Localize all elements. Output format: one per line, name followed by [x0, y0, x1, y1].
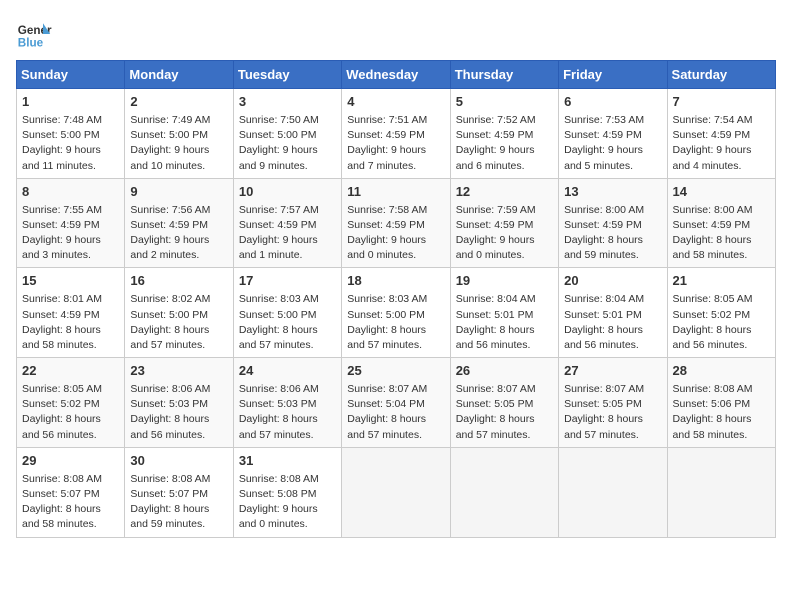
calendar-cell — [450, 447, 558, 537]
calendar-cell — [559, 447, 667, 537]
day-number: 2 — [130, 93, 227, 112]
day-number: 29 — [22, 452, 119, 471]
calendar-cell: 16Sunrise: 8:02 AMSunset: 5:00 PMDayligh… — [125, 268, 233, 358]
day-number: 22 — [22, 362, 119, 381]
calendar-cell: 20Sunrise: 8:04 AMSunset: 5:01 PMDayligh… — [559, 268, 667, 358]
day-header-friday: Friday — [559, 61, 667, 89]
calendar-cell: 9Sunrise: 7:56 AMSunset: 4:59 PMDaylight… — [125, 178, 233, 268]
calendar-cell: 4Sunrise: 7:51 AMSunset: 4:59 PMDaylight… — [342, 89, 450, 179]
page-header: General Blue — [16, 16, 776, 52]
day-number: 3 — [239, 93, 336, 112]
day-number: 13 — [564, 183, 661, 202]
day-number: 5 — [456, 93, 553, 112]
day-number: 10 — [239, 183, 336, 202]
calendar-cell: 3Sunrise: 7:50 AMSunset: 5:00 PMDaylight… — [233, 89, 341, 179]
calendar-cell: 13Sunrise: 8:00 AMSunset: 4:59 PMDayligh… — [559, 178, 667, 268]
calendar-cell: 2Sunrise: 7:49 AMSunset: 5:00 PMDaylight… — [125, 89, 233, 179]
calendar-cell: 1Sunrise: 7:48 AMSunset: 5:00 PMDaylight… — [17, 89, 125, 179]
day-header-tuesday: Tuesday — [233, 61, 341, 89]
calendar-cell: 28Sunrise: 8:08 AMSunset: 5:06 PMDayligh… — [667, 358, 775, 448]
calendar-cell: 19Sunrise: 8:04 AMSunset: 5:01 PMDayligh… — [450, 268, 558, 358]
calendar-cell: 25Sunrise: 8:07 AMSunset: 5:04 PMDayligh… — [342, 358, 450, 448]
calendar-week-1: 1Sunrise: 7:48 AMSunset: 5:00 PMDaylight… — [17, 89, 776, 179]
day-number: 4 — [347, 93, 444, 112]
day-header-sunday: Sunday — [17, 61, 125, 89]
calendar-cell: 11Sunrise: 7:58 AMSunset: 4:59 PMDayligh… — [342, 178, 450, 268]
day-number: 16 — [130, 272, 227, 291]
calendar-week-2: 8Sunrise: 7:55 AMSunset: 4:59 PMDaylight… — [17, 178, 776, 268]
calendar-cell: 8Sunrise: 7:55 AMSunset: 4:59 PMDaylight… — [17, 178, 125, 268]
day-number: 28 — [673, 362, 770, 381]
day-header-monday: Monday — [125, 61, 233, 89]
calendar-header-row: SundayMondayTuesdayWednesdayThursdayFrid… — [17, 61, 776, 89]
calendar-cell — [342, 447, 450, 537]
calendar-cell — [667, 447, 775, 537]
calendar-week-5: 29Sunrise: 8:08 AMSunset: 5:07 PMDayligh… — [17, 447, 776, 537]
calendar-cell: 26Sunrise: 8:07 AMSunset: 5:05 PMDayligh… — [450, 358, 558, 448]
calendar-cell: 18Sunrise: 8:03 AMSunset: 5:00 PMDayligh… — [342, 268, 450, 358]
calendar-cell: 24Sunrise: 8:06 AMSunset: 5:03 PMDayligh… — [233, 358, 341, 448]
calendar-cell: 27Sunrise: 8:07 AMSunset: 5:05 PMDayligh… — [559, 358, 667, 448]
calendar-cell: 12Sunrise: 7:59 AMSunset: 4:59 PMDayligh… — [450, 178, 558, 268]
calendar-cell: 29Sunrise: 8:08 AMSunset: 5:07 PMDayligh… — [17, 447, 125, 537]
calendar-week-3: 15Sunrise: 8:01 AMSunset: 4:59 PMDayligh… — [17, 268, 776, 358]
day-number: 15 — [22, 272, 119, 291]
calendar-cell: 7Sunrise: 7:54 AMSunset: 4:59 PMDaylight… — [667, 89, 775, 179]
day-number: 9 — [130, 183, 227, 202]
calendar-cell: 6Sunrise: 7:53 AMSunset: 4:59 PMDaylight… — [559, 89, 667, 179]
calendar-cell: 31Sunrise: 8:08 AMSunset: 5:08 PMDayligh… — [233, 447, 341, 537]
day-header-wednesday: Wednesday — [342, 61, 450, 89]
calendar-cell: 23Sunrise: 8:06 AMSunset: 5:03 PMDayligh… — [125, 358, 233, 448]
day-number: 11 — [347, 183, 444, 202]
day-number: 21 — [673, 272, 770, 291]
day-number: 1 — [22, 93, 119, 112]
day-number: 20 — [564, 272, 661, 291]
day-number: 30 — [130, 452, 227, 471]
day-number: 31 — [239, 452, 336, 471]
calendar-cell: 22Sunrise: 8:05 AMSunset: 5:02 PMDayligh… — [17, 358, 125, 448]
calendar-week-4: 22Sunrise: 8:05 AMSunset: 5:02 PMDayligh… — [17, 358, 776, 448]
calendar-table: SundayMondayTuesdayWednesdayThursdayFrid… — [16, 60, 776, 538]
logo: General Blue — [16, 16, 52, 52]
day-header-thursday: Thursday — [450, 61, 558, 89]
day-number: 8 — [22, 183, 119, 202]
day-number: 24 — [239, 362, 336, 381]
calendar-cell: 5Sunrise: 7:52 AMSunset: 4:59 PMDaylight… — [450, 89, 558, 179]
day-number: 18 — [347, 272, 444, 291]
logo-icon: General Blue — [16, 16, 52, 52]
day-number: 26 — [456, 362, 553, 381]
svg-text:Blue: Blue — [18, 37, 44, 50]
calendar-cell: 14Sunrise: 8:00 AMSunset: 4:59 PMDayligh… — [667, 178, 775, 268]
day-number: 6 — [564, 93, 661, 112]
day-number: 19 — [456, 272, 553, 291]
day-header-saturday: Saturday — [667, 61, 775, 89]
day-number: 25 — [347, 362, 444, 381]
day-number: 17 — [239, 272, 336, 291]
day-number: 23 — [130, 362, 227, 381]
calendar-cell: 17Sunrise: 8:03 AMSunset: 5:00 PMDayligh… — [233, 268, 341, 358]
day-number: 12 — [456, 183, 553, 202]
calendar-cell: 21Sunrise: 8:05 AMSunset: 5:02 PMDayligh… — [667, 268, 775, 358]
calendar-cell: 30Sunrise: 8:08 AMSunset: 5:07 PMDayligh… — [125, 447, 233, 537]
calendar-cell: 15Sunrise: 8:01 AMSunset: 4:59 PMDayligh… — [17, 268, 125, 358]
day-number: 27 — [564, 362, 661, 381]
day-number: 7 — [673, 93, 770, 112]
calendar-cell: 10Sunrise: 7:57 AMSunset: 4:59 PMDayligh… — [233, 178, 341, 268]
day-number: 14 — [673, 183, 770, 202]
